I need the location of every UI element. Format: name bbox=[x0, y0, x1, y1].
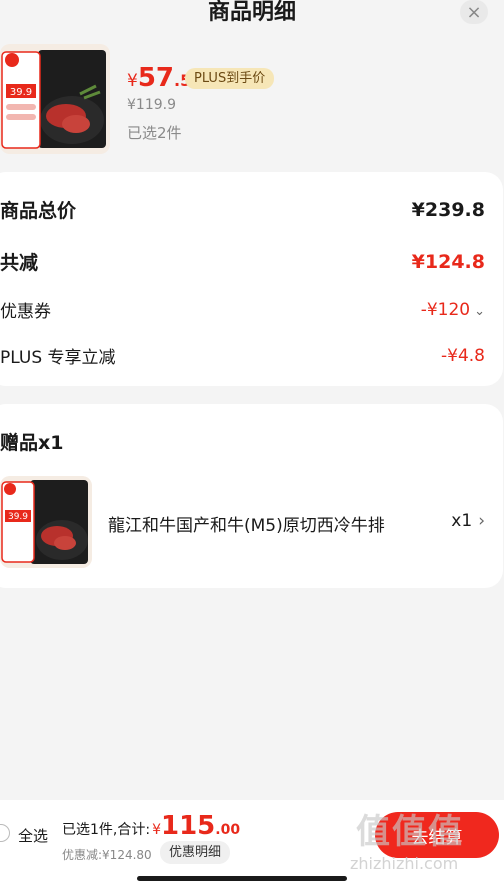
price-symbol: ¥ bbox=[127, 71, 138, 91]
price-integer: 57 bbox=[137, 63, 175, 93]
gift-item-name[interactable]: 龍江和牛国产和牛(M5)原切西冷牛排 bbox=[108, 511, 408, 536]
total-symbol: ¥ bbox=[152, 822, 161, 838]
chevron-down-icon: ⌄ bbox=[474, 303, 485, 319]
reduction-label: 共减 bbox=[0, 252, 39, 274]
gift-title: 赠品x1 bbox=[0, 432, 64, 454]
summary-row-total: 商品总价 ¥239.8 bbox=[0, 196, 485, 223]
home-indicator[interactable] bbox=[137, 876, 347, 881]
total-value: ¥239.8 bbox=[411, 198, 485, 221]
gift-card: 赠品x1 39.9 龍江和牛国产和牛(M5)原切西冷牛排 x1 › bbox=[0, 404, 503, 588]
product-image: 39.9 bbox=[0, 44, 110, 154]
coupon-label: 优惠券 bbox=[0, 302, 51, 322]
discount-detail-button[interactable]: 优惠明细 bbox=[160, 841, 231, 864]
gift-image: 39.9 bbox=[0, 476, 92, 568]
coupon-value: -¥120 bbox=[420, 299, 471, 320]
coupon-value-wrap[interactable]: -¥120 ⌄ bbox=[421, 300, 485, 320]
gift-thumb-price-tag: 39.9 bbox=[8, 512, 28, 522]
plus-discount-label: PLUS 专享立减 bbox=[0, 348, 116, 368]
total-label: 商品总价 bbox=[0, 200, 77, 222]
summary-row-coupon[interactable]: 优惠券 -¥120 ⌄ bbox=[0, 297, 485, 323]
total-line: 已选1件,合计: ¥ 115 .00 bbox=[62, 811, 240, 841]
total-decimal: .00 bbox=[215, 822, 241, 838]
close-icon: × bbox=[466, 1, 482, 23]
total-integer: 115 bbox=[161, 811, 216, 841]
price-summary-card: 商品总价 ¥239.8 共减 ¥124.8 优惠券 -¥120 ⌄ PLUS 专享… bbox=[0, 172, 503, 386]
summary-row-reduction: 共减 ¥124.8 bbox=[0, 248, 485, 275]
plus-price-badge: PLUS到手价 bbox=[185, 68, 275, 89]
bottom-checkout-bar: 全选 已选1件,合计: ¥ 115 .00 优惠减:¥124.80 优惠明细 去… bbox=[0, 800, 504, 883]
total-summary-label: 已选1件,合计: bbox=[62, 822, 151, 838]
gift-quantity-text: x1 bbox=[451, 511, 473, 531]
selected-count: 已选2件 bbox=[127, 124, 182, 142]
gift-steak-icon: 39.9 bbox=[0, 476, 92, 568]
checkout-button[interactable]: 去结算 bbox=[375, 812, 499, 858]
close-button[interactable]: × bbox=[460, 0, 488, 24]
steak-package-icon: 39.9 bbox=[0, 44, 110, 154]
thumb-price-tag: 39.9 bbox=[10, 87, 32, 98]
select-all-label[interactable]: 全选 bbox=[18, 825, 48, 846]
original-price: ¥119.9 bbox=[127, 97, 176, 113]
page-title: 商品明细 bbox=[207, 0, 296, 25]
reduction-value: ¥124.8 bbox=[411, 250, 485, 273]
select-all-radio[interactable] bbox=[0, 824, 10, 842]
plus-discount-value: -¥4.8 bbox=[441, 345, 485, 366]
gift-quantity[interactable]: x1 › bbox=[451, 511, 485, 531]
product-price: ¥ 57 .5 bbox=[127, 63, 191, 93]
summary-row-plus: PLUS 专享立减 -¥4.8 bbox=[0, 343, 485, 369]
chevron-right-icon: › bbox=[478, 511, 485, 531]
discount-summary: 优惠减:¥124.80 bbox=[62, 848, 152, 862]
